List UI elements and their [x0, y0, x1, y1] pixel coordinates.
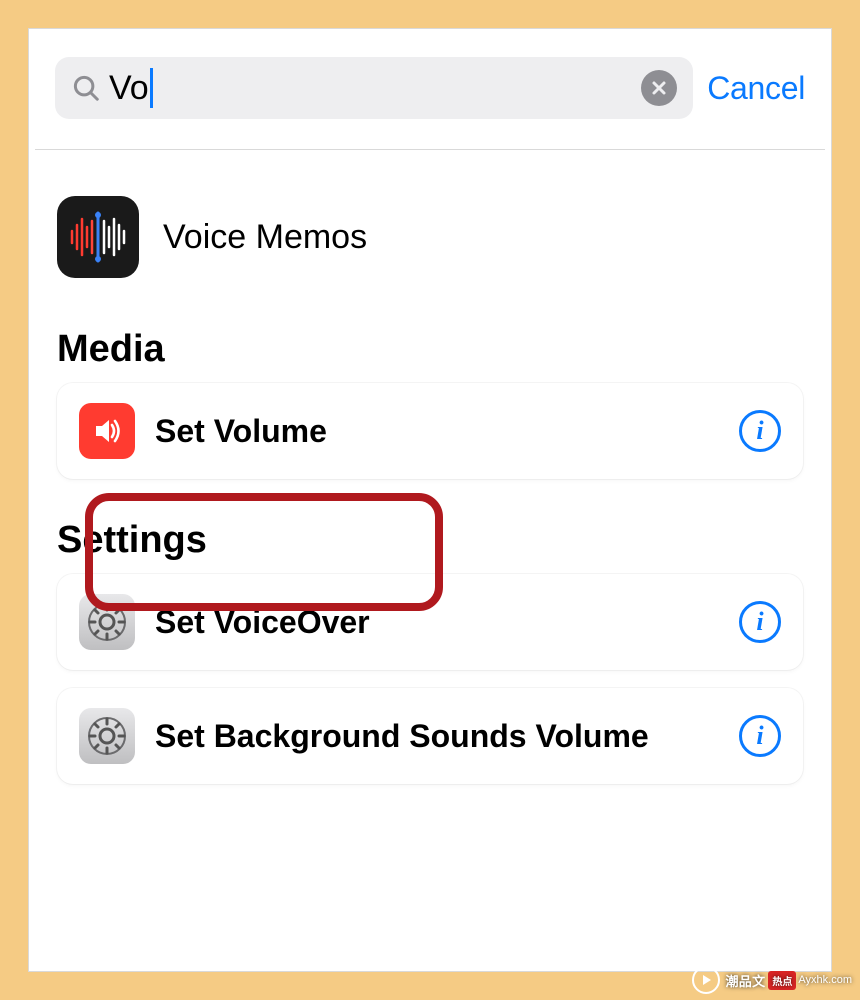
watermark-badge: 热点: [768, 971, 796, 990]
search-input-text[interactable]: Vo: [109, 68, 153, 108]
voice-memos-icon: [57, 196, 139, 278]
app-result-voice-memos[interactable]: Voice Memos: [57, 196, 803, 278]
watermark-play-icon: [692, 966, 720, 994]
action-set-voiceover[interactable]: Set VoiceOver i: [57, 574, 803, 670]
header-divider: [35, 149, 825, 150]
info-icon: i: [756, 609, 763, 635]
info-button[interactable]: i: [739, 601, 781, 643]
volume-icon: [79, 403, 135, 459]
screen-inner: Vo Cancel: [35, 35, 825, 971]
info-button[interactable]: i: [739, 715, 781, 757]
search-icon: [71, 73, 101, 103]
app-label: Voice Memos: [163, 218, 367, 257]
action-set-volume[interactable]: Set Volume i: [57, 383, 803, 479]
section-header-media: Media: [57, 328, 803, 371]
action-label: Set Background Sounds Volume: [155, 718, 719, 755]
search-field[interactable]: Vo: [55, 57, 693, 119]
results-content: Voice Memos Media Set Volume i Settings: [35, 196, 825, 784]
settings-gear-icon: [79, 708, 135, 764]
search-bar-row: Vo Cancel: [35, 35, 825, 141]
clear-search-button[interactable]: [641, 70, 677, 106]
action-label: Set VoiceOver: [155, 604, 719, 641]
watermark-url: Ayxhk.com: [798, 974, 852, 986]
action-label: Set Volume: [155, 413, 719, 450]
info-icon: i: [756, 418, 763, 444]
watermark: 潮品文 热点 Ayxhk.com: [692, 966, 853, 994]
section-header-settings: Settings: [57, 519, 803, 562]
info-button[interactable]: i: [739, 410, 781, 452]
action-set-bg-sounds-volume[interactable]: Set Background Sounds Volume i: [57, 688, 803, 784]
search-query: Vo: [109, 69, 149, 108]
cancel-button[interactable]: Cancel: [707, 70, 805, 107]
info-icon: i: [756, 723, 763, 749]
settings-gear-icon: [79, 594, 135, 650]
screenshot-frame: Vo Cancel: [28, 28, 832, 972]
text-caret: [150, 68, 153, 108]
watermark-text: 潮品文: [726, 971, 766, 990]
